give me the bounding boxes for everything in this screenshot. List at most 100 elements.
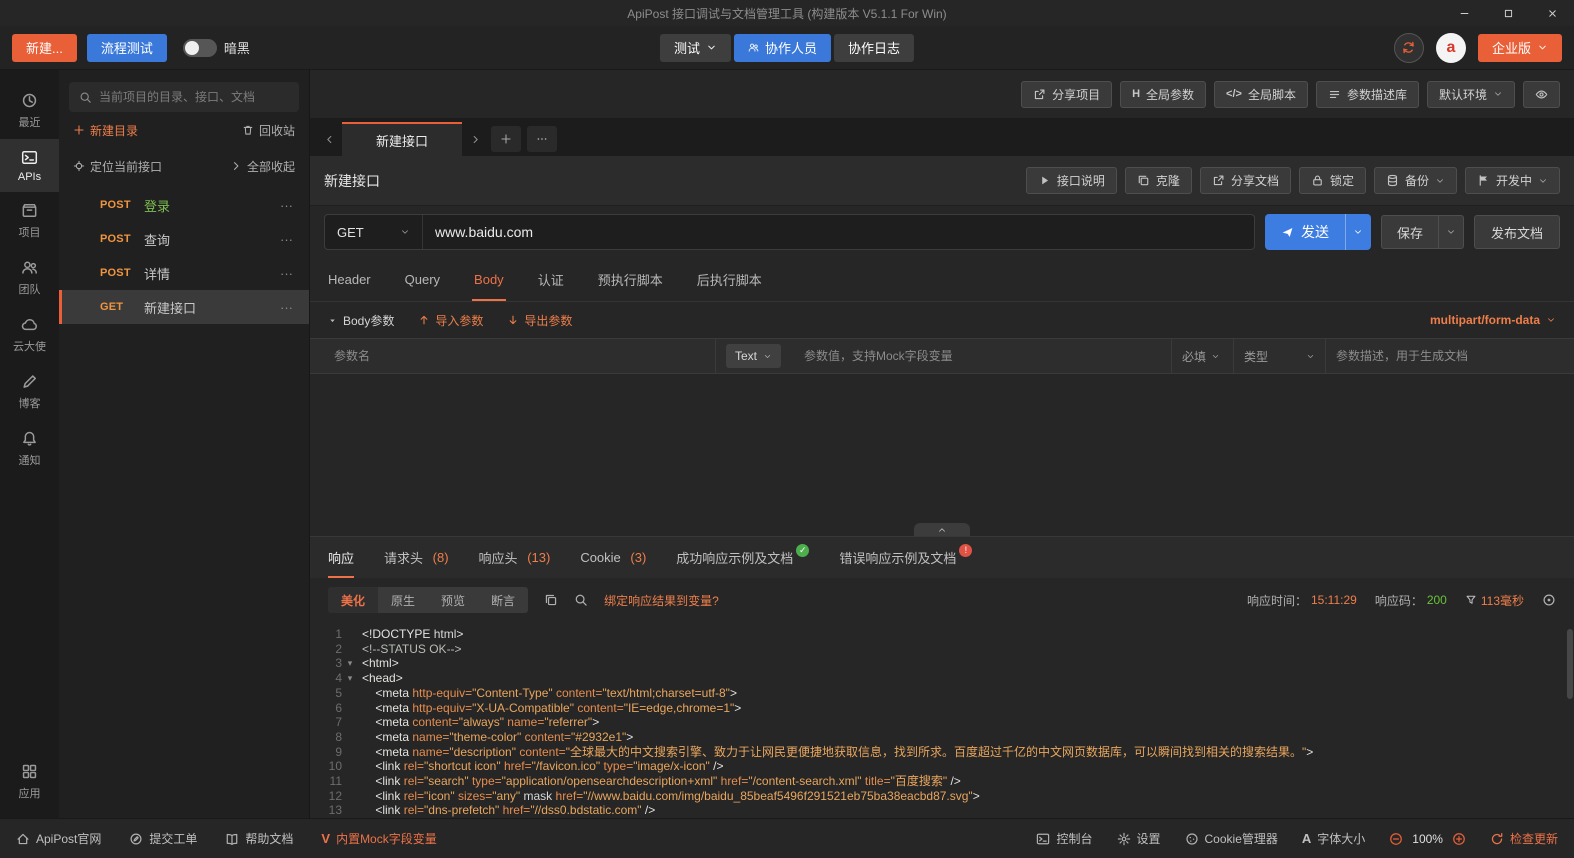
new-folder-button[interactable]: 新建目录 [73,122,138,139]
code-lines[interactable]: <!DOCTYPE html><!--STATUS OK--><html><he… [362,627,1565,818]
recycle-bin-button[interactable]: 回收站 [242,122,295,139]
send-button[interactable]: 发送 [1265,214,1371,250]
collaborators-button[interactable]: 协作人员 [734,34,831,62]
tab-new-api[interactable]: 新建接口 [342,122,462,156]
minimize-button[interactable] [1442,0,1486,26]
view-assert[interactable]: 断言 [478,587,528,613]
tab-post-script[interactable]: 后执行脚本 [697,258,762,301]
code-scrollbar-thumb[interactable] [1567,629,1573,699]
export-params-button[interactable]: 导出参数 [507,312,572,329]
tab-request-headers[interactable]: 请求头 (8) [384,537,449,578]
view-raw[interactable]: 原生 [378,587,428,613]
tree-item-detail[interactable]: POST 详情 ··· [59,256,309,290]
help-docs-link[interactable]: 帮助文档 [225,830,293,847]
mock-variables-link[interactable]: V内置Mock字段变量 [321,830,436,847]
import-params-button[interactable]: 导入参数 [418,312,483,329]
tree-item-query[interactable]: POST 查询 ··· [59,222,309,256]
settings-button[interactable]: 设置 [1117,830,1161,847]
tab-header[interactable]: Header [328,258,371,301]
param-required-select[interactable]: 必填 [1182,348,1220,365]
flow-test-button[interactable]: 流程测试 [87,34,167,62]
theme-toggle[interactable]: 暗黑 [183,38,250,57]
rail-item-cloud-ambassador[interactable]: 云大使 [0,306,59,363]
backup-button[interactable]: 备份 [1374,167,1457,194]
tab-cookie[interactable]: Cookie (3) [580,537,646,578]
rail-item-team[interactable]: 团队 [0,249,59,306]
param-description-lib-button[interactable]: 参数描述库 [1316,81,1419,108]
search-response-button[interactable] [574,593,588,607]
code-scrollbar[interactable] [1565,627,1574,818]
avatar[interactable]: a [1436,33,1466,63]
edition-button[interactable]: 企业版 [1478,34,1562,62]
official-site-link[interactable]: ApiPost官网 [16,830,101,847]
check-update-button[interactable]: 检查更新 [1490,830,1558,847]
tab-auth[interactable]: 认证 [538,258,564,301]
save-options-button[interactable] [1438,216,1463,248]
toggle-visibility-button[interactable] [1523,81,1560,108]
param-kind-select[interactable]: Text [726,344,781,368]
rail-item-notifications[interactable]: 通知 [0,420,59,477]
body-params-toggle[interactable]: Body参数 [328,312,394,329]
response-settings-button[interactable] [1542,593,1556,607]
submit-ticket-link[interactable]: 提交工单 [129,830,197,847]
rail-item-blog[interactable]: 博客 [0,363,59,420]
theme-toggle-track[interactable] [183,39,217,57]
tab-error-example[interactable]: 错误响应示例及文档! [839,537,972,578]
more-options-icon[interactable]: ··· [280,300,293,315]
send-button-main[interactable]: 发送 [1265,214,1345,250]
tab-scroll-left[interactable] [316,122,342,156]
tab-response[interactable]: 响应 [328,537,354,578]
add-tab-button[interactable] [491,126,521,152]
save-button[interactable]: 保存 [1382,216,1438,248]
sidebar-search-input[interactable] [99,90,289,104]
rail-item-apis[interactable]: APIs [0,139,59,192]
tab-pre-script[interactable]: 预执行脚本 [598,258,663,301]
more-options-icon[interactable]: ··· [280,266,293,281]
param-value-input[interactable] [804,349,1161,363]
send-options-button[interactable] [1345,214,1371,250]
console-button[interactable]: 控制台 [1036,830,1092,847]
api-doc-button[interactable]: 接口说明 [1026,167,1117,194]
maximize-button[interactable] [1486,0,1530,26]
tab-response-headers[interactable]: 响应头 (13) [479,537,551,578]
collapse-all-button[interactable]: 全部收起 [230,158,295,175]
clone-button[interactable]: 克隆 [1125,167,1192,194]
param-name-input[interactable] [334,349,705,363]
default-env-select[interactable]: 默认环境 [1427,81,1515,108]
dev-status-button[interactable]: 开发中 [1465,167,1560,194]
response-code-viewer[interactable]: 123▾4▾5678910111213 <!DOCTYPE html><!--S… [310,622,1574,818]
content-type-select[interactable]: multipart/form-data [1430,313,1556,327]
rail-item-recent[interactable]: 最近 [0,82,59,139]
zoom-out-button[interactable] [1389,832,1403,846]
collapse-response-handle[interactable] [914,523,970,536]
global-params-button[interactable]: H全局参数 [1120,81,1206,108]
tab-body[interactable]: Body [474,258,504,301]
global-script-button[interactable]: </>全局脚本 [1214,81,1308,108]
publish-doc-button[interactable]: 发布文档 [1474,215,1560,249]
zoom-in-button[interactable] [1452,832,1466,846]
collab-log-button[interactable]: 协作日志 [834,34,914,62]
new-button[interactable]: 新建... [12,34,77,62]
view-beautify[interactable]: 美化 [328,587,378,613]
sidebar-search[interactable] [69,82,299,112]
cookie-manager-button[interactable]: Cookie管理器 [1185,830,1278,847]
method-select[interactable]: GET [325,215,423,249]
tab-more-button[interactable] [527,126,557,152]
tree-item-new-api[interactable]: GET 新建接口 ··· [59,290,309,324]
tab-scroll-right[interactable] [462,122,488,156]
tree-item-login[interactable]: POST 登录 ··· [59,188,309,222]
bind-response-link[interactable]: 绑定响应结果到变量? [604,592,719,609]
param-desc-input[interactable] [1336,349,1564,363]
rail-item-projects[interactable]: 项目 [0,192,59,249]
url-input[interactable] [423,215,1254,249]
share-project-button[interactable]: 分享项目 [1021,81,1112,108]
tab-success-example[interactable]: 成功响应示例及文档✓ [676,537,809,578]
copy-response-button[interactable] [544,593,558,607]
sync-button[interactable] [1394,33,1424,63]
rail-item-apps[interactable]: 应用 [0,753,59,810]
share-doc-button[interactable]: 分享文档 [1200,167,1291,194]
param-datatype-select[interactable]: 类型 [1244,348,1315,365]
locate-current-api-button[interactable]: 定位当前接口 [73,158,162,175]
env-select-button[interactable]: 测试 [660,34,731,62]
close-button[interactable] [1530,0,1574,26]
